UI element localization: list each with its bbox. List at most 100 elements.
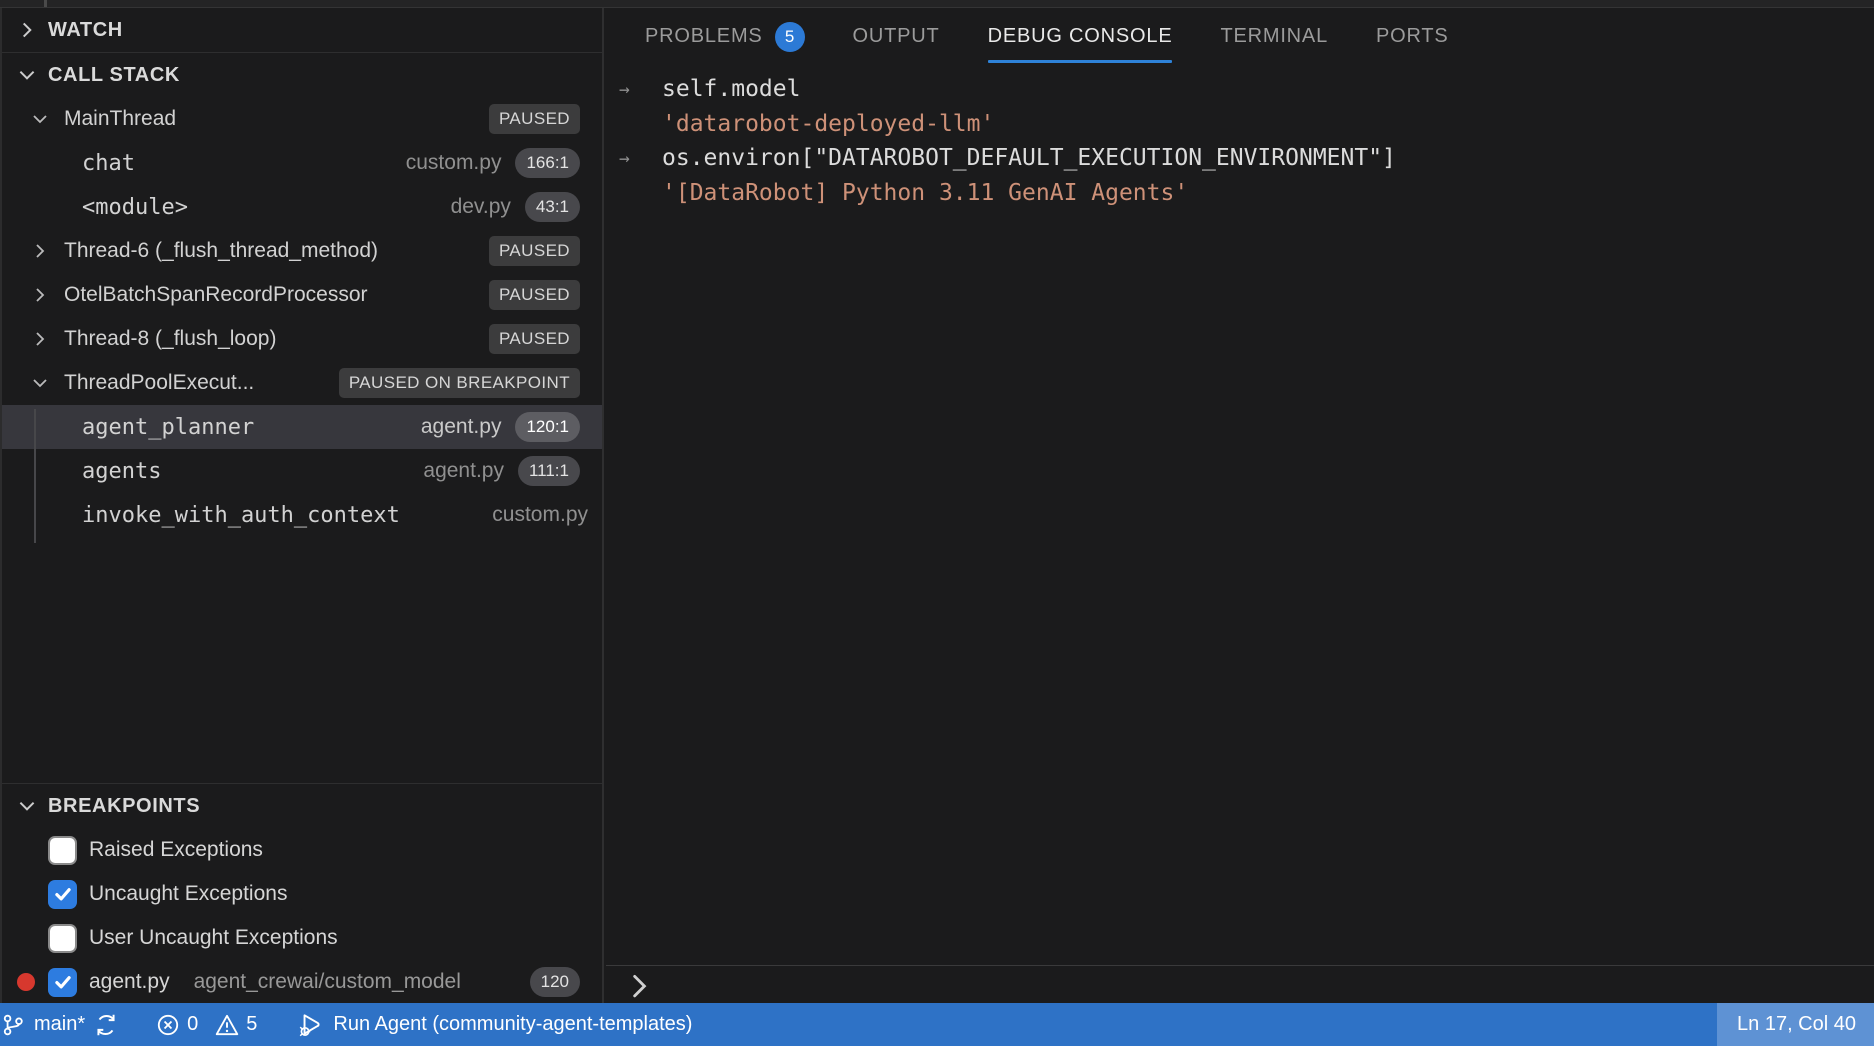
error-count: 0 bbox=[187, 1013, 198, 1036]
chevron-right-icon[interactable] bbox=[30, 241, 50, 261]
frame-file: agent.py bbox=[421, 415, 502, 439]
tab-debug-console[interactable]: DEBUG CONSOLE bbox=[988, 8, 1173, 65]
breakpoint-label: Raised Exceptions bbox=[89, 838, 263, 862]
chevron-down-icon[interactable] bbox=[30, 109, 50, 129]
cursor-position-status-item[interactable]: Ln 17, Col 40 bbox=[1717, 1003, 1874, 1046]
callstack-thread-mainthread[interactable]: MainThread PAUSED bbox=[2, 97, 602, 141]
callstack-frame-module[interactable]: <module> dev.py 43:1 bbox=[2, 185, 602, 229]
warning-icon bbox=[214, 1012, 240, 1038]
breakpoint-user-uncaught-exceptions[interactable]: User Uncaught Exceptions bbox=[2, 916, 602, 960]
breakpoint-line-badge: 120 bbox=[530, 967, 580, 997]
frame-file: custom.py bbox=[406, 151, 502, 175]
frame-line-badge: 120:1 bbox=[515, 412, 580, 442]
frame-line-badge: 166:1 bbox=[515, 148, 580, 178]
frame-file: custom.py bbox=[492, 503, 588, 527]
tab-label: PORTS bbox=[1376, 25, 1449, 48]
tab-label: PROBLEMS bbox=[645, 25, 763, 48]
frame-name: invoke_with_auth_context bbox=[82, 503, 400, 528]
console-line: 'datarobot-deployed-llm' bbox=[606, 107, 1874, 142]
callstack-thread-otel[interactable]: OtelBatchSpanRecordProcessor PAUSED bbox=[2, 273, 602, 317]
sync-icon bbox=[93, 1012, 119, 1038]
checkbox-unchecked[interactable] bbox=[48, 836, 77, 865]
callstack-frame-agent-planner[interactable]: agent_planner agent.py 120:1 bbox=[2, 405, 602, 449]
run-agent-status-item[interactable]: Run Agent (community-agent-templates) bbox=[291, 1003, 698, 1046]
chevron-down-icon bbox=[16, 795, 38, 817]
branch-name: main* bbox=[34, 1013, 85, 1036]
tab-problems[interactable]: PROBLEMS 5 bbox=[645, 8, 805, 65]
git-branch-icon bbox=[0, 1012, 26, 1038]
thread-name: OtelBatchSpanRecordProcessor bbox=[64, 283, 368, 307]
checkbox-checked[interactable] bbox=[48, 968, 77, 997]
console-text: 'datarobot-deployed-llm' bbox=[662, 111, 994, 137]
breakpoint-uncaught-exceptions[interactable]: Uncaught Exceptions bbox=[2, 872, 602, 916]
callstack-thread-thread8[interactable]: Thread-8 (_flush_loop) PAUSED bbox=[2, 317, 602, 361]
chevron-right-icon bbox=[16, 19, 38, 41]
frame-name: <module> bbox=[82, 195, 188, 220]
status-bar: main* 0 5 bbox=[0, 1003, 1874, 1046]
run-agent-label: Run Agent (community-agent-templates) bbox=[333, 1013, 692, 1036]
tree-indent-guide bbox=[34, 409, 36, 543]
breakpoint-label: User Uncaught Exceptions bbox=[89, 926, 338, 950]
tab-terminal[interactable]: TERMINAL bbox=[1220, 8, 1328, 65]
callstack-frame-invoke[interactable]: invoke_with_auth_context custom.py bbox=[2, 493, 602, 537]
thread-name: Thread-8 (_flush_loop) bbox=[64, 327, 276, 351]
tab-label: DEBUG CONSOLE bbox=[988, 25, 1173, 48]
sync-status-item[interactable] bbox=[87, 1003, 125, 1046]
problems-status-item[interactable]: 0 5 bbox=[149, 1003, 263, 1046]
chevron-right-icon[interactable] bbox=[30, 285, 50, 305]
watch-section-label: WATCH bbox=[48, 19, 123, 42]
breakpoint-label: agent.py bbox=[89, 970, 170, 994]
console-input-arrow-icon: → bbox=[606, 148, 662, 169]
branch-status-item[interactable]: main* bbox=[0, 1003, 85, 1046]
chevron-down-icon[interactable] bbox=[30, 373, 50, 393]
breakpoint-raised-exceptions[interactable]: Raised Exceptions bbox=[2, 828, 602, 872]
frame-line-badge: 43:1 bbox=[525, 192, 580, 222]
frame-line-badge: 111:1 bbox=[518, 456, 580, 486]
breakpoints-section-header[interactable]: BREAKPOINTS bbox=[2, 783, 602, 828]
tab-label: TERMINAL bbox=[1220, 25, 1328, 48]
frame-name: chat bbox=[82, 151, 135, 176]
frame-name: agent_planner bbox=[82, 415, 254, 440]
breakpoint-dot-icon bbox=[16, 972, 36, 992]
debug-run-icon bbox=[297, 1011, 325, 1039]
console-line: → os.environ["DATAROBOT_DEFAULT_EXECUTIO… bbox=[606, 141, 1874, 176]
bottom-panel: PROBLEMS 5 OUTPUT DEBUG CONSOLE TERMINAL… bbox=[606, 8, 1874, 1003]
panel-tabbar: PROBLEMS 5 OUTPUT DEBUG CONSOLE TERMINAL… bbox=[606, 8, 1874, 65]
tab-label: OUTPUT bbox=[853, 25, 940, 48]
breakpoints-section-label: BREAKPOINTS bbox=[48, 795, 200, 818]
cursor-position: Ln 17, Col 40 bbox=[1737, 1013, 1856, 1036]
checkbox-unchecked[interactable] bbox=[48, 924, 77, 953]
chevron-down-icon bbox=[16, 64, 38, 86]
console-line: '[DataRobot] Python 3.11 GenAI Agents' bbox=[606, 176, 1874, 211]
console-input-arrow-icon: → bbox=[606, 79, 662, 100]
console-text: self.model bbox=[662, 76, 800, 102]
callstack-thread-threadpool[interactable]: ThreadPoolExecut... PAUSED ON BREAKPOINT bbox=[2, 361, 602, 405]
problems-count-badge: 5 bbox=[775, 22, 805, 52]
debug-console-output[interactable]: → self.model 'datarobot-deployed-llm' → … bbox=[606, 65, 1874, 966]
frame-name: agents bbox=[82, 459, 161, 484]
thread-status-badge: PAUSED bbox=[489, 280, 580, 310]
frame-file: dev.py bbox=[451, 195, 511, 219]
breakpoint-agent-py[interactable]: agent.py agent_crewai/custom_model 120 bbox=[2, 960, 602, 1004]
callstack-thread-thread6[interactable]: Thread-6 (_flush_thread_method) PAUSED bbox=[2, 229, 602, 273]
callstack-frame-agents[interactable]: agents agent.py 111:1 bbox=[2, 449, 602, 493]
chevron-right-icon[interactable] bbox=[30, 329, 50, 349]
console-text: '[DataRobot] Python 3.11 GenAI Agents' bbox=[662, 180, 1188, 206]
call-stack-section-header[interactable]: CALL STACK bbox=[2, 53, 602, 97]
scrollbar-remnant bbox=[44, 0, 47, 7]
thread-status-badge: PAUSED bbox=[489, 236, 580, 266]
tab-ports[interactable]: PORTS bbox=[1376, 8, 1449, 65]
debug-console-input[interactable] bbox=[606, 965, 1874, 1003]
tab-output[interactable]: OUTPUT bbox=[853, 8, 940, 65]
watch-section-header[interactable]: WATCH bbox=[2, 8, 602, 53]
thread-name: MainThread bbox=[64, 107, 176, 131]
panel-resize-sash[interactable] bbox=[0, 0, 1874, 8]
thread-status-badge: PAUSED bbox=[489, 104, 580, 134]
thread-name: ThreadPoolExecut... bbox=[64, 371, 254, 395]
breakpoint-path: agent_crewai/custom_model bbox=[194, 970, 461, 994]
console-line: → self.model bbox=[606, 72, 1874, 107]
callstack-frame-chat[interactable]: chat custom.py 166:1 bbox=[2, 141, 602, 185]
call-stack-section-label: CALL STACK bbox=[48, 64, 180, 87]
checkbox-checked[interactable] bbox=[48, 880, 77, 909]
console-text: os.environ["DATAROBOT_DEFAULT_EXECUTION_… bbox=[662, 145, 1396, 171]
